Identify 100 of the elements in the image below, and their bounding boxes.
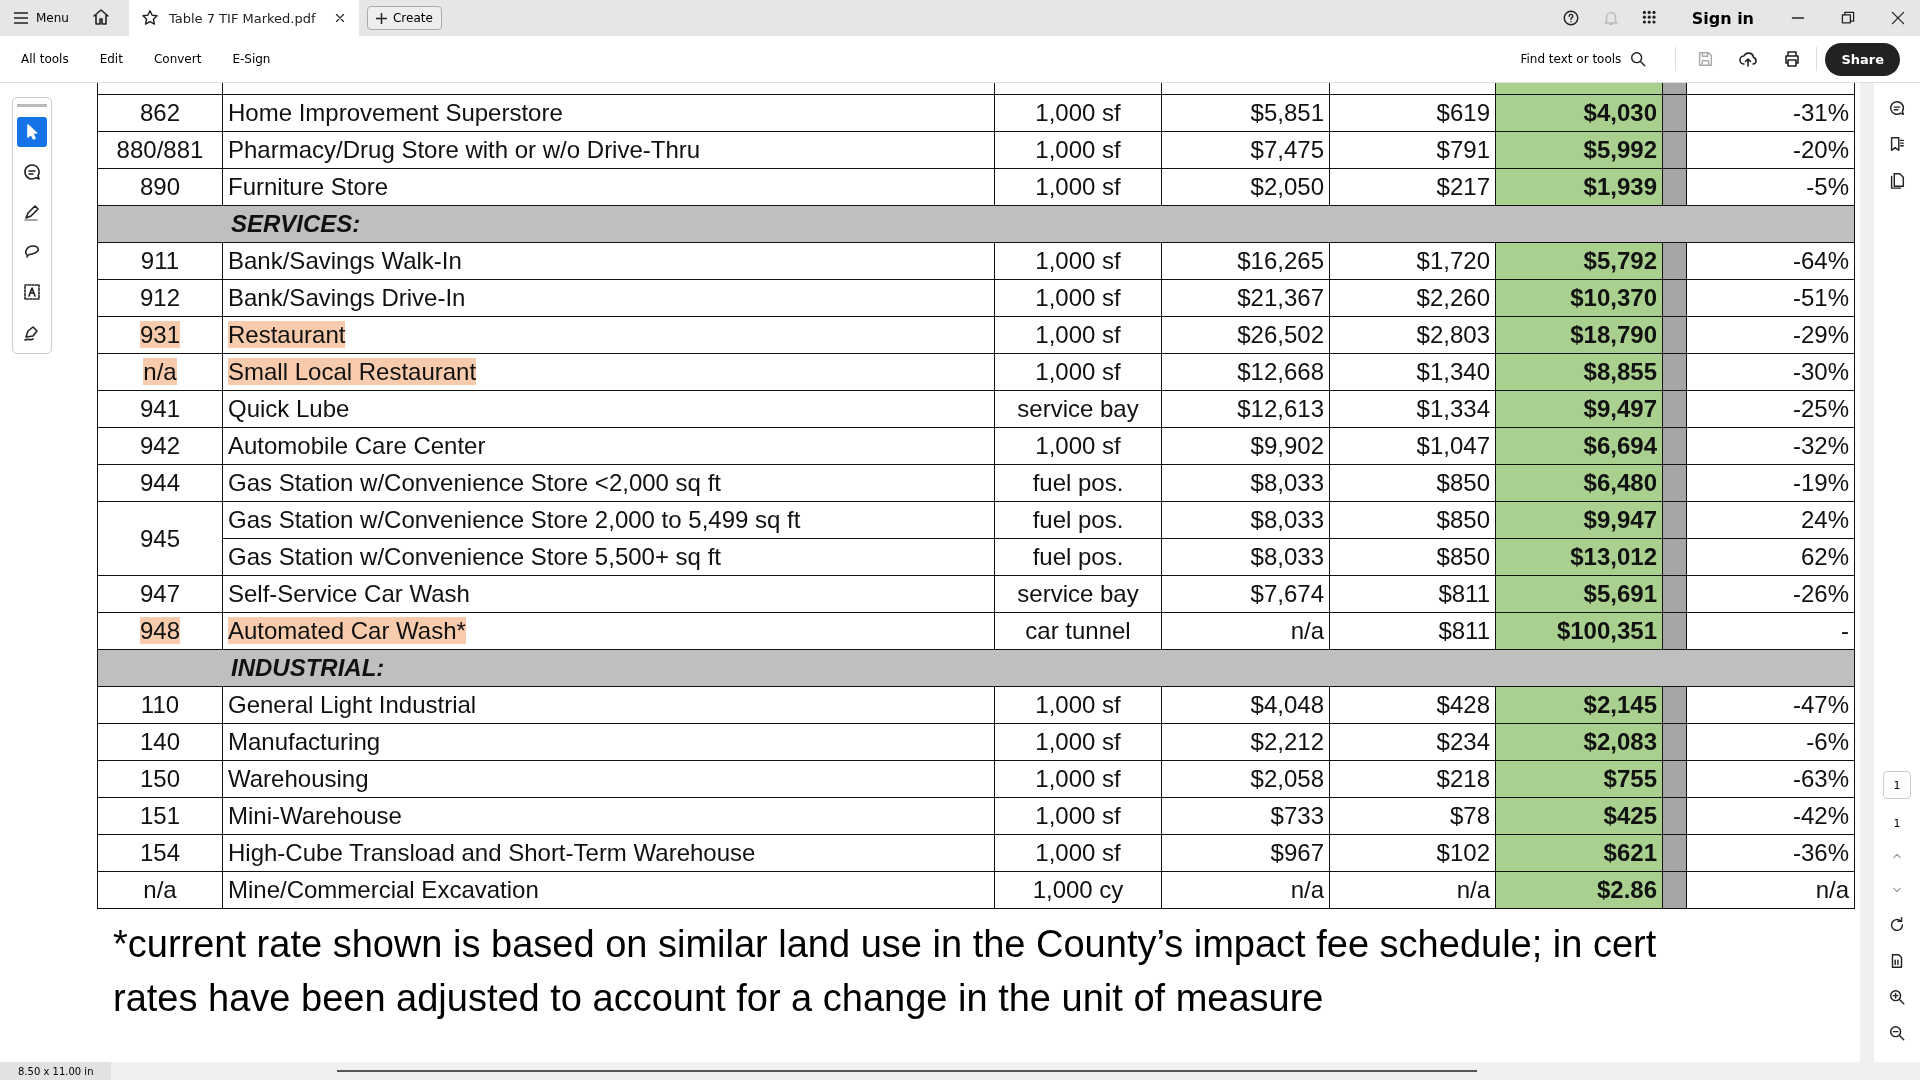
table-cell: -19% bbox=[1686, 464, 1855, 502]
close-icon[interactable] bbox=[1890, 10, 1906, 26]
table-cell: service bay bbox=[994, 575, 1162, 613]
table-cell: $217 bbox=[1329, 168, 1496, 206]
table-cell: $425 bbox=[1495, 797, 1663, 835]
toolbar-menu-item[interactable]: E-Sign bbox=[226, 51, 277, 67]
table-cell: $5,691 bbox=[1495, 575, 1663, 613]
star-icon[interactable] bbox=[140, 9, 159, 27]
table-cell: car tunnel bbox=[994, 612, 1162, 650]
code-text: 942 bbox=[139, 432, 180, 459]
table-cell: $2.86 bbox=[1495, 871, 1663, 909]
code-text: 931 bbox=[139, 321, 180, 348]
help-icon[interactable] bbox=[1561, 9, 1580, 27]
table-cell: 1,000 sf bbox=[994, 686, 1162, 724]
description-text: Quick Lube bbox=[228, 395, 350, 422]
toolbar-menu-item[interactable]: Edit bbox=[93, 51, 129, 67]
table-cell: -42% bbox=[1686, 797, 1855, 835]
table-cell: $6,480 bbox=[1495, 464, 1663, 502]
table-cell: $102 bbox=[1329, 834, 1496, 872]
document-tab[interactable]: Table 7 TIF Marked.pdf bbox=[128, 0, 359, 36]
comment-tool-icon bbox=[22, 162, 42, 182]
code-text: 151 bbox=[139, 802, 180, 829]
code-text: n/a bbox=[143, 358, 177, 385]
description-text: Bank/Savings Drive-In bbox=[228, 284, 466, 311]
table-cell: $21,367 bbox=[1161, 279, 1330, 317]
table-cell: 1,000 cy bbox=[994, 871, 1162, 909]
table-cell: $621 bbox=[1495, 834, 1663, 872]
find-button[interactable]: Find text or tools bbox=[1514, 49, 1654, 69]
page-number-field[interactable]: 1 bbox=[1883, 771, 1911, 799]
table-cell: $850 bbox=[1329, 464, 1496, 502]
table-cell: $967 bbox=[1161, 834, 1330, 872]
description-text: Gas Station w/Convenience Store 2,000 to 5,499 sq ft bbox=[228, 506, 801, 533]
table-cell: -5% bbox=[1686, 168, 1855, 206]
table-cell: 1,000 sf bbox=[994, 797, 1162, 835]
horizontal-scrollbar[interactable] bbox=[337, 1070, 1478, 1072]
table-cell: $8,033 bbox=[1161, 464, 1330, 502]
description-text: Warehousing bbox=[228, 765, 369, 792]
description-text: Self-Service Car Wash bbox=[228, 580, 470, 607]
menu-button[interactable]: Menu bbox=[0, 11, 83, 25]
comment-bubble-icon[interactable] bbox=[1888, 99, 1906, 117]
table-cell: -26% bbox=[1686, 575, 1855, 613]
table-cell: 1,000 sf bbox=[994, 834, 1162, 872]
table-cell: $6,694 bbox=[1495, 427, 1663, 465]
table-cell: n/a bbox=[1686, 871, 1855, 909]
bookmark-icon[interactable] bbox=[1888, 135, 1906, 153]
description-text: Automobile Care Center bbox=[228, 432, 486, 459]
description-text: Gas Station w/Convenience Store 5,500+ sq ft bbox=[228, 543, 721, 570]
table-cell: $7,475 bbox=[1161, 131, 1330, 169]
table-cell: $811 bbox=[1329, 575, 1496, 613]
page-total: 1 bbox=[1893, 817, 1901, 830]
apps-grid-icon[interactable] bbox=[1641, 10, 1658, 26]
pages-icon[interactable] bbox=[1888, 171, 1906, 189]
table-cell: $78 bbox=[1329, 797, 1496, 835]
zoom-in-icon[interactable] bbox=[1888, 988, 1906, 1006]
code-text: n/a bbox=[143, 876, 177, 903]
table-cell: $1,340 bbox=[1329, 353, 1496, 391]
create-button[interactable]: Create bbox=[366, 6, 442, 30]
draw-tool-icon bbox=[22, 202, 42, 222]
toolbar-menu-item[interactable]: Convert bbox=[147, 51, 208, 67]
code-text: 862 bbox=[139, 99, 180, 126]
table-cell: 24% bbox=[1686, 501, 1855, 539]
table-cell: 1,000 sf bbox=[994, 353, 1162, 391]
table-cell: $9,947 bbox=[1495, 501, 1663, 539]
description-text: Automated Car Wash* bbox=[228, 617, 466, 644]
rotate-icon[interactable] bbox=[1888, 916, 1906, 934]
cloud-upload-icon[interactable] bbox=[1738, 49, 1759, 69]
restore-icon[interactable] bbox=[1840, 10, 1856, 26]
table-cell: -6% bbox=[1686, 723, 1855, 761]
table-cell: 1,000 sf bbox=[994, 427, 1162, 465]
home-icon[interactable] bbox=[90, 6, 111, 27]
table-cell: $16,265 bbox=[1161, 242, 1330, 280]
table-cell: 1,000 sf bbox=[994, 760, 1162, 798]
description-text: Small Local Restaurant bbox=[228, 358, 477, 385]
table-cell: $8,033 bbox=[1161, 538, 1330, 576]
table-cell: $1,939 bbox=[1495, 168, 1663, 206]
table-cell: $218 bbox=[1329, 760, 1496, 798]
section-heading: SERVICES: bbox=[231, 210, 361, 237]
table-cell: fuel pos. bbox=[994, 538, 1162, 576]
code-text: 945 bbox=[139, 524, 180, 552]
footnote-text: rates have been adjusted to account for a change in the unit of measure bbox=[113, 976, 1325, 1021]
table-cell: -64% bbox=[1686, 242, 1855, 280]
share-button[interactable]: Share bbox=[1825, 42, 1900, 76]
code-text: 911 bbox=[140, 247, 180, 274]
table-cell: $26,502 bbox=[1161, 316, 1330, 354]
code-text: 140 bbox=[139, 728, 180, 755]
table-cell: 1,000 sf bbox=[994, 131, 1162, 169]
table-cell: $8,033 bbox=[1161, 501, 1330, 539]
code-text: 947 bbox=[139, 580, 180, 607]
zoom-out-icon[interactable] bbox=[1888, 1024, 1906, 1042]
sign-in-button[interactable]: Sign in bbox=[1685, 7, 1760, 29]
table-cell: $9,902 bbox=[1161, 427, 1330, 465]
table-cell: - bbox=[1686, 612, 1855, 650]
table-cell: 1,000 sf bbox=[994, 279, 1162, 317]
table-cell: $811 bbox=[1329, 612, 1496, 650]
toolbar-menu-item[interactable]: All tools bbox=[15, 51, 75, 67]
table-cell: fuel pos. bbox=[994, 464, 1162, 502]
table-cell: n/a bbox=[1161, 871, 1330, 909]
code-text: 944 bbox=[139, 469, 180, 496]
table-cell: $100,351 bbox=[1495, 612, 1663, 650]
page-size-label: 8.50 x 11.00 in bbox=[0, 1062, 112, 1080]
